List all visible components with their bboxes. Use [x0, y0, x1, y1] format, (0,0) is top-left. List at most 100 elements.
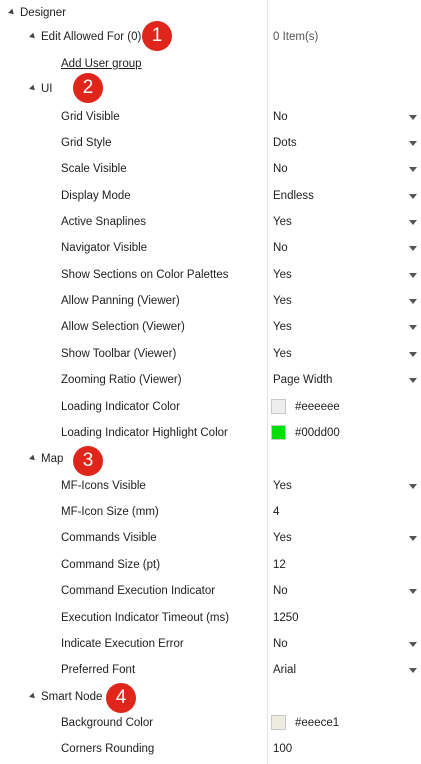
property-label: Grid Style — [61, 137, 112, 149]
section-map-label: Map — [41, 453, 64, 465]
property-label: Zooming Ratio (Viewer) — [61, 374, 182, 386]
property-label: Grid Visible — [61, 111, 120, 123]
row-commands-visible[interactable]: Commands Visible Yes — [0, 525, 421, 551]
row-show-toolbar[interactable]: Show Toolbar (Viewer) Yes — [0, 341, 421, 367]
property-value[interactable]: Yes — [273, 262, 292, 288]
chevron-down-icon[interactable] — [409, 115, 417, 120]
property-value[interactable]: #00dd00 — [295, 420, 340, 446]
property-value[interactable]: No — [273, 631, 288, 657]
property-value[interactable]: Yes — [273, 314, 292, 340]
property-value[interactable]: 100 — [273, 736, 292, 762]
chevron-down-icon[interactable] — [409, 536, 417, 541]
collapse-arrow-icon[interactable] — [8, 8, 16, 17]
property-value[interactable]: #eeeeee — [295, 394, 340, 420]
property-label: MF-Icon Size (mm) — [61, 506, 159, 518]
property-label: Allow Selection (Viewer) — [61, 321, 185, 333]
row-edit-allowed[interactable]: Edit Allowed For (0) 0 Item(s) — [0, 24, 421, 50]
property-label: Show Toolbar (Viewer) — [61, 348, 177, 360]
chevron-down-icon[interactable] — [409, 484, 417, 489]
annotation-badge-2: 2 — [73, 73, 103, 103]
row-preferred-font[interactable]: Preferred Font Arial — [0, 657, 421, 683]
row-allow-panning[interactable]: Allow Panning (Viewer) Yes — [0, 288, 421, 314]
section-ui-label: UI — [41, 83, 53, 95]
property-value[interactable]: Dots — [273, 130, 297, 156]
row-designer[interactable]: Designer — [0, 0, 421, 26]
collapse-arrow-icon[interactable] — [29, 454, 37, 463]
row-grid-style[interactable]: Grid Style Dots — [0, 130, 421, 156]
add-user-group-link[interactable]: Add User group — [61, 51, 142, 77]
property-label: Display Mode — [61, 190, 131, 202]
property-label: Allow Panning (Viewer) — [61, 295, 180, 307]
designer-label: Designer — [20, 7, 67, 19]
row-section-smart-node[interactable]: Smart Node — [0, 684, 421, 710]
chevron-down-icon[interactable] — [409, 167, 417, 172]
collapse-arrow-icon[interactable] — [29, 692, 37, 701]
property-value[interactable]: No — [273, 104, 288, 130]
color-swatch[interactable] — [271, 425, 286, 440]
property-value[interactable]: Arial — [273, 657, 296, 683]
chevron-down-icon[interactable] — [409, 194, 417, 199]
chevron-down-icon[interactable] — [409, 589, 417, 594]
property-value[interactable]: Yes — [273, 525, 292, 551]
row-display-mode[interactable]: Display Mode Endless — [0, 183, 421, 209]
chevron-down-icon[interactable] — [409, 273, 417, 278]
row-mf-icon-size[interactable]: MF-Icon Size (mm) 4 — [0, 499, 421, 525]
row-show-sections[interactable]: Show Sections on Color Palettes Yes — [0, 262, 421, 288]
property-label: Loading Indicator Color — [61, 401, 180, 413]
property-value[interactable]: No — [273, 235, 288, 261]
property-label: Command Size (pt) — [61, 559, 161, 571]
chevron-down-icon[interactable] — [409, 668, 417, 673]
row-command-execution-indicator[interactable]: Command Execution Indicator No — [0, 578, 421, 604]
property-value[interactable]: Page Width — [273, 367, 332, 393]
property-value[interactable]: 4 — [273, 499, 279, 525]
row-corners-rounding[interactable]: Corners Rounding 100 — [0, 736, 421, 762]
row-zooming-ratio[interactable]: Zooming Ratio (Viewer) Page Width — [0, 367, 421, 393]
property-label: Navigator Visible — [61, 242, 148, 254]
row-mf-icons-visible[interactable]: MF-Icons Visible Yes — [0, 473, 421, 499]
row-section-ui[interactable]: UI — [0, 76, 421, 102]
property-value[interactable]: Endless — [273, 183, 314, 209]
row-command-size[interactable]: Command Size (pt) 12 — [0, 552, 421, 578]
row-indicate-execution-error[interactable]: Indicate Execution Error No — [0, 631, 421, 657]
chevron-down-icon[interactable] — [409, 220, 417, 225]
property-label: Execution Indicator Timeout (ms) — [61, 612, 230, 624]
property-value[interactable]: Yes — [273, 288, 292, 314]
property-label: Corners Rounding — [61, 743, 155, 755]
edit-allowed-label: Edit Allowed For (0) — [41, 31, 142, 43]
property-value[interactable]: No — [273, 578, 288, 604]
property-label: Preferred Font — [61, 664, 136, 676]
row-section-map[interactable]: Map — [0, 446, 421, 472]
chevron-down-icon[interactable] — [409, 642, 417, 647]
row-grid-visible[interactable]: Grid Visible No — [0, 104, 421, 130]
annotation-badge-1: 1 — [142, 21, 172, 51]
row-execution-indicator-timeout[interactable]: Execution Indicator Timeout (ms) 1250 — [0, 605, 421, 631]
chevron-down-icon[interactable] — [409, 325, 417, 330]
property-value[interactable]: No — [273, 156, 288, 182]
property-value[interactable]: #eeece1 — [295, 710, 339, 736]
chevron-down-icon[interactable] — [409, 352, 417, 357]
row-background-color[interactable]: Background Color #eeece1 — [0, 710, 421, 736]
property-value[interactable]: Yes — [273, 341, 292, 367]
property-value[interactable]: 12 — [273, 552, 286, 578]
chevron-down-icon[interactable] — [409, 378, 417, 383]
color-swatch[interactable] — [271, 399, 286, 414]
row-active-snaplines[interactable]: Active Snaplines Yes — [0, 209, 421, 235]
color-swatch[interactable] — [271, 715, 286, 730]
chevron-down-icon[interactable] — [409, 299, 417, 304]
row-scale-visible[interactable]: Scale Visible No — [0, 156, 421, 182]
row-loading-indicator-highlight-color[interactable]: Loading Indicator Highlight Color #00dd0… — [0, 420, 421, 446]
property-value[interactable]: Yes — [273, 473, 292, 499]
section-smart-node-label: Smart Node — [41, 691, 103, 703]
row-add-user-group[interactable]: Add User group — [0, 51, 421, 77]
row-navigator-visible[interactable]: Navigator Visible No — [0, 235, 421, 261]
collapse-arrow-icon[interactable] — [29, 84, 37, 93]
collapse-arrow-icon[interactable] — [29, 32, 37, 41]
row-loading-indicator-color[interactable]: Loading Indicator Color #eeeeee — [0, 394, 421, 420]
property-value[interactable]: Yes — [273, 209, 292, 235]
property-value[interactable]: 1250 — [273, 605, 299, 631]
row-allow-selection[interactable]: Allow Selection (Viewer) Yes — [0, 314, 421, 340]
property-label: Show Sections on Color Palettes — [61, 269, 229, 281]
edit-allowed-value: 0 Item(s) — [273, 31, 319, 43]
chevron-down-icon[interactable] — [409, 141, 417, 146]
chevron-down-icon[interactable] — [409, 246, 417, 251]
